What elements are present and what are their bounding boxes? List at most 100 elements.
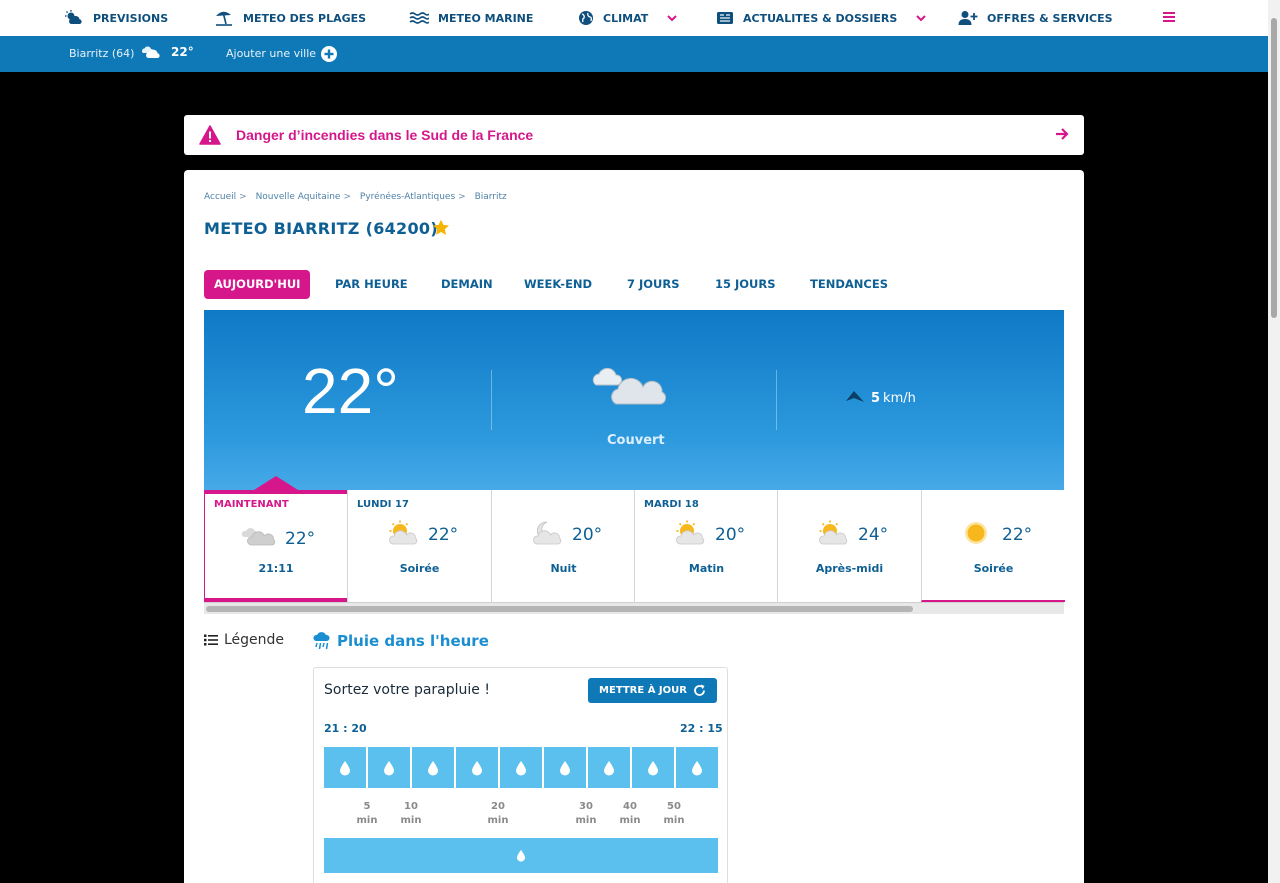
minute-marker: 20 min — [487, 801, 509, 826]
user-plus-icon — [958, 11, 978, 25]
rain-next-hour-heading: Pluie dans l'heure — [313, 632, 489, 650]
rain-cell — [324, 747, 366, 788]
saved-city-temp: 22° — [171, 45, 194, 59]
minute-marker: 30 min — [575, 801, 597, 826]
slot-label: 21:11 — [258, 562, 294, 575]
rain-cell — [588, 747, 630, 788]
sun-cloud-icon — [671, 520, 709, 546]
slot-temp: 22° — [428, 525, 459, 545]
nav-meteo-marine[interactable]: METEO MARINE — [409, 0, 533, 36]
rain-start-time: 21 : 20 — [324, 722, 367, 735]
list-icon — [204, 634, 218, 646]
slot-soiree[interactable]: 22° Soirée — [921, 490, 1065, 602]
breadcrumb-item[interactable]: Pyrénées-Atlantiques — [360, 192, 455, 202]
minute-markers: 5 min 10 min 20 min 30 min 40 min 50 min — [324, 800, 718, 830]
nav-actualites[interactable]: ACTUALITES & DOSSIERS — [716, 0, 927, 36]
slot-mardi-matin[interactable]: MARDI 18 20° Matin — [634, 490, 778, 602]
clouds-icon — [241, 524, 277, 548]
page-scrollbar[interactable] — [1268, 0, 1280, 883]
rain-cell — [500, 747, 542, 788]
raindrop-icon — [472, 760, 482, 775]
wind-direction-icon — [845, 390, 865, 404]
rain-cell — [456, 747, 498, 788]
star-favorite-icon[interactable] — [432, 219, 450, 236]
add-city-link[interactable]: Ajouter une ville — [226, 47, 316, 60]
sun-cloud-icon — [384, 520, 422, 546]
current-condition: Couvert — [607, 433, 665, 448]
newspaper-icon — [717, 12, 733, 24]
rain-cell — [412, 747, 454, 788]
slot-temp: 24° — [858, 525, 889, 545]
wind-speed-value: 5 — [871, 391, 881, 406]
tab-week-end[interactable]: WEEK-END — [524, 270, 592, 299]
wind-speed: 5 km/h — [871, 391, 916, 406]
nav-meteo-plages-label: METEO DES PLAGES — [243, 11, 367, 25]
tab-7-jours[interactable]: 7 JOURS — [627, 270, 680, 299]
slot-apres-midi[interactable]: 24° Après-midi — [777, 490, 921, 602]
tab-par-heure[interactable]: PAR HEURE — [335, 270, 408, 299]
rain-summary-band — [324, 838, 718, 873]
update-button[interactable]: METTRE À JOUR — [588, 678, 717, 703]
breadcrumb-item[interactable]: Nouvelle Aquitaine — [256, 192, 341, 202]
clouds-icon — [140, 44, 164, 60]
slot-day: MAINTENANT — [214, 499, 289, 510]
slot-label: Soirée — [973, 562, 1014, 575]
slot-label: Nuit — [550, 562, 577, 575]
current-weather-panel: 22° Couvert 5 km/h — [204, 310, 1064, 490]
tab-aujourdhui[interactable]: AUJOURD'HUI — [204, 270, 311, 299]
slot-nuit[interactable]: 20° Nuit — [491, 490, 635, 602]
fire-danger-alert[interactable]: Danger d’incendies dans le Sud de la Fra… — [184, 115, 1084, 155]
slot-temp: 20° — [572, 525, 603, 545]
sun-icon — [958, 520, 996, 546]
rain-heading-text: Pluie dans l'heure — [337, 632, 489, 650]
slot-temp: 22° — [1002, 525, 1033, 545]
chevron-down-icon — [667, 15, 678, 22]
divider — [776, 370, 777, 430]
rain-cell — [544, 747, 586, 788]
slots-scrollbar[interactable] — [204, 602, 1064, 614]
hamburger-menu-icon[interactable] — [1162, 10, 1176, 24]
moon-cloud-icon — [528, 520, 566, 546]
raindrop-icon — [648, 760, 658, 775]
raindrop-icon — [428, 760, 438, 775]
page-scrollbar-thumb[interactable] — [1271, 18, 1277, 318]
minute-marker: 10 min — [400, 801, 422, 826]
alert-text: Danger d’incendies dans le Sud de la Fra… — [236, 127, 534, 143]
minute-marker: 50 min — [663, 801, 685, 826]
nav-offres-services-label: OFFRES & SERVICES — [987, 11, 1113, 25]
waves-icon — [409, 12, 429, 24]
divider — [491, 370, 492, 430]
slot-lundi-soiree[interactable]: LUNDI 17 22° Soirée — [347, 490, 491, 602]
raindrop-icon — [560, 760, 570, 775]
rain-cell — [632, 747, 674, 788]
tab-15-jours[interactable]: 15 JOURS — [715, 270, 776, 299]
slots-scrollbar-thumb[interactable] — [206, 606, 913, 612]
breadcrumb: Accueil > Nouvelle Aquitaine > Pyrénées-At… — [204, 192, 507, 202]
breadcrumb-item[interactable]: Biarritz — [475, 192, 507, 202]
update-button-label: METTRE À JOUR — [599, 685, 687, 696]
nav-meteo-plages[interactable]: METEO DES PLAGES — [214, 0, 366, 36]
rain-message: Sortez votre parapluie ! — [324, 682, 490, 698]
slot-label: Matin — [688, 562, 725, 575]
breadcrumb-item[interactable]: Accueil — [204, 192, 236, 202]
nav-previsions[interactable]: PREVISIONS — [64, 0, 168, 36]
nav-climat-label: CLIMAT — [603, 11, 649, 25]
nav-previsions-label: PREVISIONS — [93, 11, 169, 25]
saved-city-name[interactable]: Biarritz (64) — [69, 47, 134, 60]
nav-climat[interactable]: CLIMAT — [578, 0, 678, 36]
active-slot-pointer — [254, 476, 298, 490]
tab-tendances[interactable]: TENDANCES — [810, 270, 888, 299]
legend-label: Légende — [224, 632, 285, 648]
legend-toggle[interactable]: Légende — [204, 632, 284, 648]
rain-cell — [676, 747, 718, 788]
nav-offres-services[interactable]: OFFRES & SERVICES — [958, 0, 1113, 36]
plus-circle-icon[interactable] — [320, 45, 338, 63]
arrow-right-icon[interactable] — [1055, 127, 1069, 141]
globe-icon — [579, 11, 593, 25]
tab-demain[interactable]: DEMAIN — [441, 270, 493, 299]
time-slots: MAINTENANT 22° 21:11 LUNDI 17 22° Soirée… — [204, 490, 1065, 602]
sun-cloud-icon — [814, 520, 852, 546]
minute-marker: 5 min — [356, 801, 378, 826]
rain-cell — [368, 747, 410, 788]
slot-maintenant[interactable]: MAINTENANT 22° 21:11 — [204, 490, 348, 602]
